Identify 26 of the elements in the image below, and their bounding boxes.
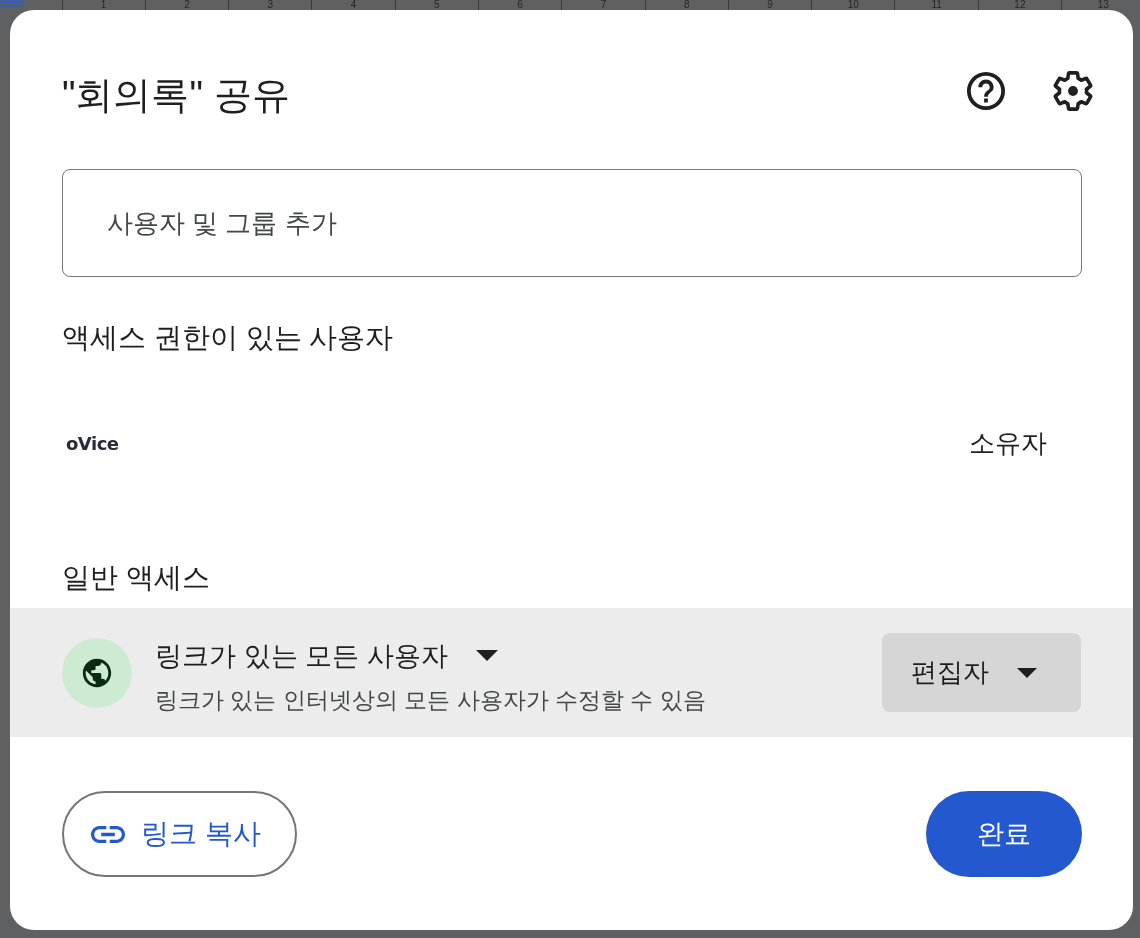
dialog-title: "회의록" 공유	[62, 73, 291, 118]
access-scope-dropdown[interactable]: 링크가 있는 모든 사용자	[155, 637, 498, 674]
section-heading: 액세스 권한이 있는 사용자	[62, 321, 395, 355]
settings-icon[interactable]	[1053, 71, 1093, 111]
ruler-number: 13	[1097, 0, 1109, 10]
caret-icon	[1017, 667, 1037, 678]
ruler-number: 11	[931, 0, 942, 10]
role-dropdown[interactable]: 편집자	[882, 633, 1081, 712]
globe-icon	[62, 637, 132, 708]
add-people-field[interactable]: 사용자 및 그룹 추가	[62, 169, 1082, 277]
section-heading: 일반 액세스	[62, 561, 211, 595]
ruler-number: 10	[847, 0, 859, 10]
ruler-number: 8	[683, 0, 690, 10]
ruler-number: 4	[350, 0, 357, 10]
ruler-number: 1	[100, 0, 107, 10]
copy-link-button[interactable]: 링크 복사	[62, 791, 297, 877]
caret-icon	[475, 650, 498, 661]
brand-logo: oVice	[66, 432, 119, 454]
help-icon[interactable]	[966, 71, 1006, 111]
done-button[interactable]: 완료	[926, 791, 1082, 877]
link-icon	[91, 825, 125, 843]
ruler-number: 2	[184, 0, 190, 10]
access-description: 링크가 있는 인터넷상의 모든 사용자가 수정할 수 있음	[155, 685, 707, 715]
owner-role-label: 소유자	[969, 426, 1047, 460]
indent-marker-icon[interactable]	[0, 0, 24, 8]
ruler-number: 3	[267, 0, 273, 10]
